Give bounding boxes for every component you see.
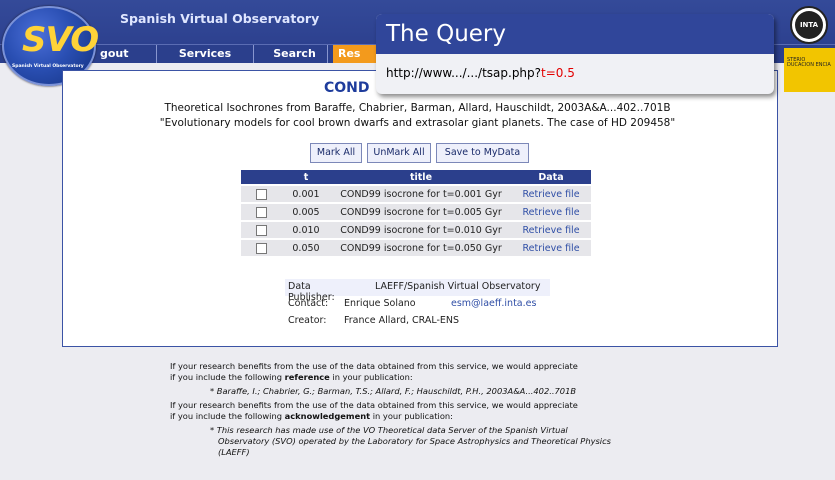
publisher-value: LAEFF/Spanish Virtual Observatory: [375, 281, 541, 292]
ack-text-2: Observatory (SVO) operated by the Labora…: [218, 436, 611, 446]
ack-intro-tail: in your publication:: [370, 411, 453, 421]
ack-intro-text: if you include the following: [170, 411, 285, 421]
ack-keyword: acknowledgement: [284, 411, 371, 421]
contact-label: Contact:: [288, 298, 329, 309]
row-title: COND99 isocrone for t=0.005 Gyr: [331, 202, 511, 221]
creator-value: France Allard, CRAL-ENS: [344, 315, 460, 326]
query-callout: The Query http://www.../.../tsap.php?t=0…: [376, 14, 774, 94]
subtitle-line-2: "Evolutionary models for cool brown dwar…: [159, 117, 676, 129]
row-checkbox[interactable]: [255, 188, 267, 200]
reference-keyword: reference: [284, 372, 330, 382]
nav-search[interactable]: Search: [262, 45, 328, 63]
table-row: 0.005 COND99 isocrone for t=0.005 Gyr Re…: [241, 202, 591, 221]
creator-label: Creator:: [288, 315, 327, 326]
callout-title: The Query: [376, 14, 774, 54]
ack-intro-1: If your research benefits from the use o…: [170, 400, 578, 410]
header-data: Data: [511, 170, 591, 185]
table-row: 0.050 COND99 isocrone for t=0.050 Gyr Re…: [241, 238, 591, 256]
table-header-row: t title Data: [241, 170, 591, 185]
retrieve-file-link[interactable]: Retrieve file: [522, 207, 579, 218]
reference-intro-tail: in your publication:: [329, 372, 413, 382]
nav-logout[interactable]: gout: [95, 45, 157, 63]
ministry-logo: STERIO DUCACION ENCIA: [784, 48, 835, 92]
row-title: COND99 isocrone for t=0.050 Gyr: [331, 238, 511, 256]
logo-text: SVO: [22, 20, 99, 60]
reference-intro-1: If your research benefits from the use o…: [170, 361, 578, 371]
row-checkbox[interactable]: [255, 206, 267, 218]
nav-services[interactable]: Services: [157, 45, 254, 63]
mark-all-button[interactable]: Mark All: [310, 143, 362, 163]
ministry-text: STERIO DUCACION ENCIA: [787, 57, 831, 68]
subtitle-line-1: Theoretical Isochrones from Baraffe, Cha…: [164, 102, 671, 114]
query-url-prefix: http://www.../.../tsap.php?: [386, 66, 542, 80]
row-title: COND99 isocrone for t=0.010 Gyr: [331, 220, 511, 239]
retrieve-file-link[interactable]: Retrieve file: [522, 243, 579, 254]
results-table: t title Data 0.001 COND99 isocrone for t…: [241, 170, 591, 256]
reference-citation: * Baraffe, I.; Chabrier, G.; Barman, T.S…: [210, 386, 577, 396]
page-title: COND: [324, 80, 370, 96]
inta-logo: INTA: [790, 6, 828, 44]
citation-footer: If your research benefits from the use o…: [170, 361, 730, 458]
row-title: COND99 isocrone for t=0.001 Gyr: [331, 184, 511, 203]
reference-intro-2: if you include the following reference i…: [170, 372, 730, 383]
row-checkbox[interactable]: [255, 224, 267, 236]
retrieve-file-link[interactable]: Retrieve file: [522, 189, 579, 200]
header-title: title: [331, 170, 511, 185]
row-checkbox[interactable]: [255, 242, 267, 254]
ack-intro-2: if you include the following acknowledge…: [170, 411, 730, 422]
unmark-all-button[interactable]: UnMark All: [367, 143, 431, 163]
ack-text-1: * This research has made use of the VO T…: [210, 425, 568, 435]
save-to-mydata-button[interactable]: Save to MyData: [436, 143, 529, 163]
retrieve-file-link[interactable]: Retrieve file: [522, 225, 579, 236]
query-url-param: t=0.5: [541, 66, 575, 80]
row-t: 0.005: [281, 202, 331, 221]
row-t: 0.010: [281, 220, 331, 239]
contact-email-link[interactable]: esm@laeff.inta.es: [451, 298, 536, 309]
site-title: Spanish Virtual Observatory: [120, 11, 320, 26]
query-url: http://www.../.../tsap.php?t=0.5: [376, 54, 774, 80]
header-t: t: [281, 170, 331, 185]
contact-name: Enrique Solano: [344, 298, 416, 309]
row-t: 0.050: [281, 238, 331, 256]
logo-subtext: Spanish Virtual Observatory: [12, 64, 84, 69]
table-row: 0.010 COND99 isocrone for t=0.010 Gyr Re…: [241, 220, 591, 239]
reference-intro-text: if you include the following: [170, 372, 285, 382]
header-select: [241, 170, 281, 185]
row-t: 0.001: [281, 184, 331, 203]
inta-logo-label: INTA: [795, 11, 823, 39]
ack-text-3: (LAEFF): [218, 447, 250, 457]
table-row: 0.001 COND99 isocrone for t=0.001 Gyr Re…: [241, 184, 591, 203]
